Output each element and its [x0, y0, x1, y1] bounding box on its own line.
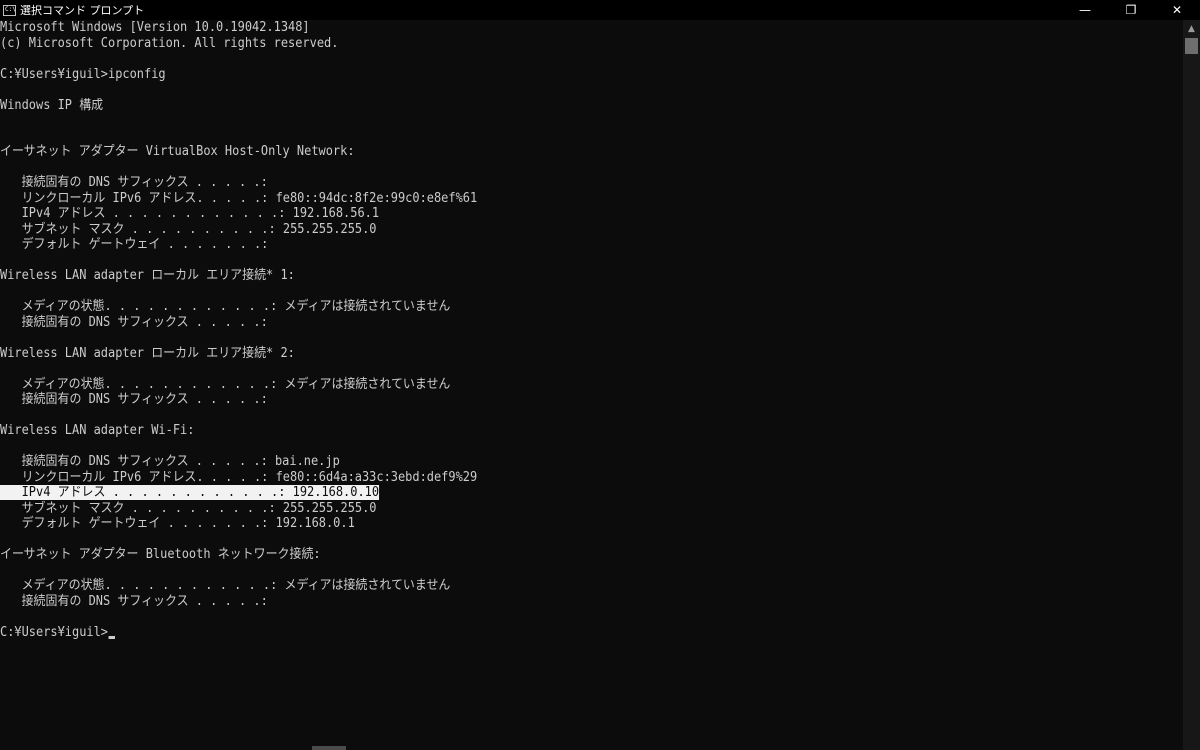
console-line: サブネット マスク . . . . . . . . . .: 255.255.2…	[0, 500, 377, 516]
console-line: リンクローカル IPv6 アドレス. . . . .: fe80::6d4a:a…	[0, 469, 478, 485]
console-line: リンクローカル IPv6 アドレス. . . . .: fe80::94dc:8…	[0, 190, 478, 206]
console-line: 接続固有の DNS サフィックス . . . . .:	[0, 175, 268, 190]
close-button[interactable]: ✕	[1154, 0, 1200, 20]
console-line: (c) Microsoft Corporation. All rights re…	[0, 35, 339, 51]
console-line: Wireless LAN adapter ローカル エリア接続* 1:	[0, 268, 295, 283]
console-line: メディアの状態. . . . . . . . . . . .: メディアは接続さ…	[0, 578, 451, 593]
title-bar[interactable]: C:\_ 選択コマンド プロンプト — ❐ ✕	[0, 0, 1200, 20]
scroll-up-arrow-icon[interactable]: ▲	[1183, 22, 1200, 36]
console-line: Wireless LAN adapter ローカル エリア接続* 2:	[0, 345, 295, 361]
vertical-scrollbar[interactable]: ▲	[1183, 20, 1200, 750]
restore-button[interactable]: ❐	[1108, 0, 1154, 20]
console-line: 接続固有の DNS サフィックス . . . . .: bai.ne.jp	[0, 454, 340, 469]
console-line: Windows IP 構成	[0, 97, 104, 113]
console-line: イーサネット アダプター Bluetooth ネットワーク接続:	[0, 547, 321, 562]
text-cursor	[108, 635, 116, 639]
console-line: メディアの状態. . . . . . . . . . . .: メディアは接続さ…	[0, 299, 451, 314]
command-prompt[interactable]: C:¥Users¥iguil>	[0, 625, 1088, 641]
console-line: C:¥Users¥iguil>ipconfig	[0, 66, 166, 82]
console-line: デフォルト ゲートウェイ . . . . . . .:	[0, 237, 269, 252]
cmd-icon[interactable]: C:\_	[3, 4, 16, 16]
console-line: 接続固有の DNS サフィックス . . . . .:	[0, 314, 268, 330]
console-line: Microsoft Windows [Version 10.0.19042.13…	[0, 20, 310, 35]
minimize-button[interactable]: —	[1062, 0, 1108, 20]
console-line: 接続固有の DNS サフィックス . . . . .:	[0, 392, 268, 407]
console-line: IPv4 アドレス . . . . . . . . . . . .: 192.1…	[0, 206, 380, 221]
horizontal-scroll-indicator	[312, 746, 346, 750]
console-line: Wireless LAN adapter Wi-Fi:	[0, 423, 195, 438]
console-line: サブネット マスク . . . . . . . . . .: 255.255.2…	[0, 221, 377, 237]
window-title: 選択コマンド プロンプト	[20, 4, 145, 17]
console-line: デフォルト ゲートウェイ . . . . . . .: 192.168.0.1	[0, 516, 355, 531]
console-output[interactable]: Microsoft Windows [Version 10.0.19042.13…	[0, 20, 1183, 750]
console-line: メディアの状態. . . . . . . . . . . .: メディアは接続さ…	[0, 376, 451, 392]
console-line: IPv4 アドレス . . . . . . . . . . . .: 192.1…	[0, 485, 1088, 501]
console-line: 接続固有の DNS サフィックス . . . . .:	[0, 593, 268, 609]
console-line: イーサネット アダプター VirtualBox Host-Only Networ…	[0, 144, 355, 159]
scrollbar-thumb[interactable]	[1185, 38, 1198, 54]
selected-text[interactable]: IPv4 アドレス . . . . . . . . . . . .: 192.1…	[0, 485, 380, 500]
